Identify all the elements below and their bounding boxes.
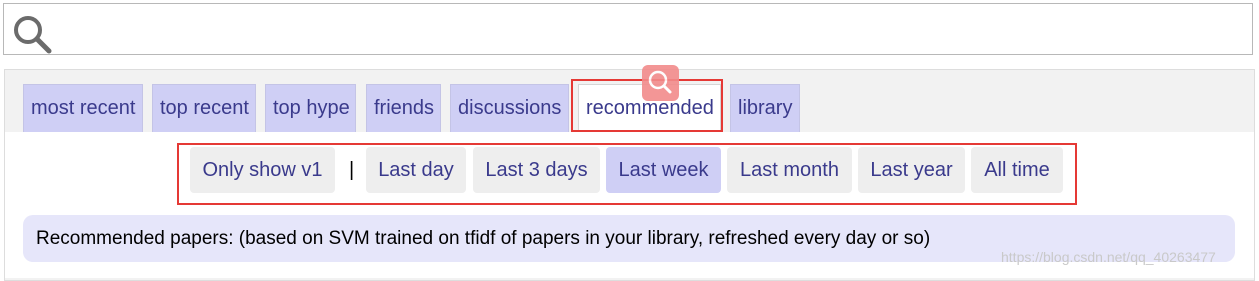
search-bar[interactable]: [3, 3, 1253, 55]
only-show-v1-toggle[interactable]: Only show v1: [190, 147, 335, 193]
magnifier-icon: [642, 70, 679, 105]
filter-separator: |: [349, 159, 355, 181]
tab-friends[interactable]: friends: [366, 84, 441, 132]
tab-most-recent[interactable]: most recent: [23, 84, 143, 132]
filter-last-week[interactable]: Last week: [606, 147, 721, 193]
filter-last-day[interactable]: Last day: [366, 147, 466, 193]
tab-top-hype[interactable]: top hype: [265, 84, 356, 132]
filter-last-year[interactable]: Last year: [858, 147, 965, 193]
tab-discussions[interactable]: discussions: [450, 84, 569, 132]
search-input[interactable]: [56, 10, 1240, 50]
magnifier-badge: [642, 65, 679, 101]
filter-last-3-days[interactable]: Last 3 days: [473, 147, 600, 193]
filter-all-time[interactable]: All time: [971, 147, 1063, 193]
filter-last-month[interactable]: Last month: [727, 147, 852, 193]
search-icon: [12, 14, 52, 54]
tab-library[interactable]: library: [730, 84, 800, 132]
watermark-text: https://blog.csdn.net/qq_40263477: [1001, 249, 1216, 265]
tab-top-recent[interactable]: top recent: [152, 84, 256, 132]
